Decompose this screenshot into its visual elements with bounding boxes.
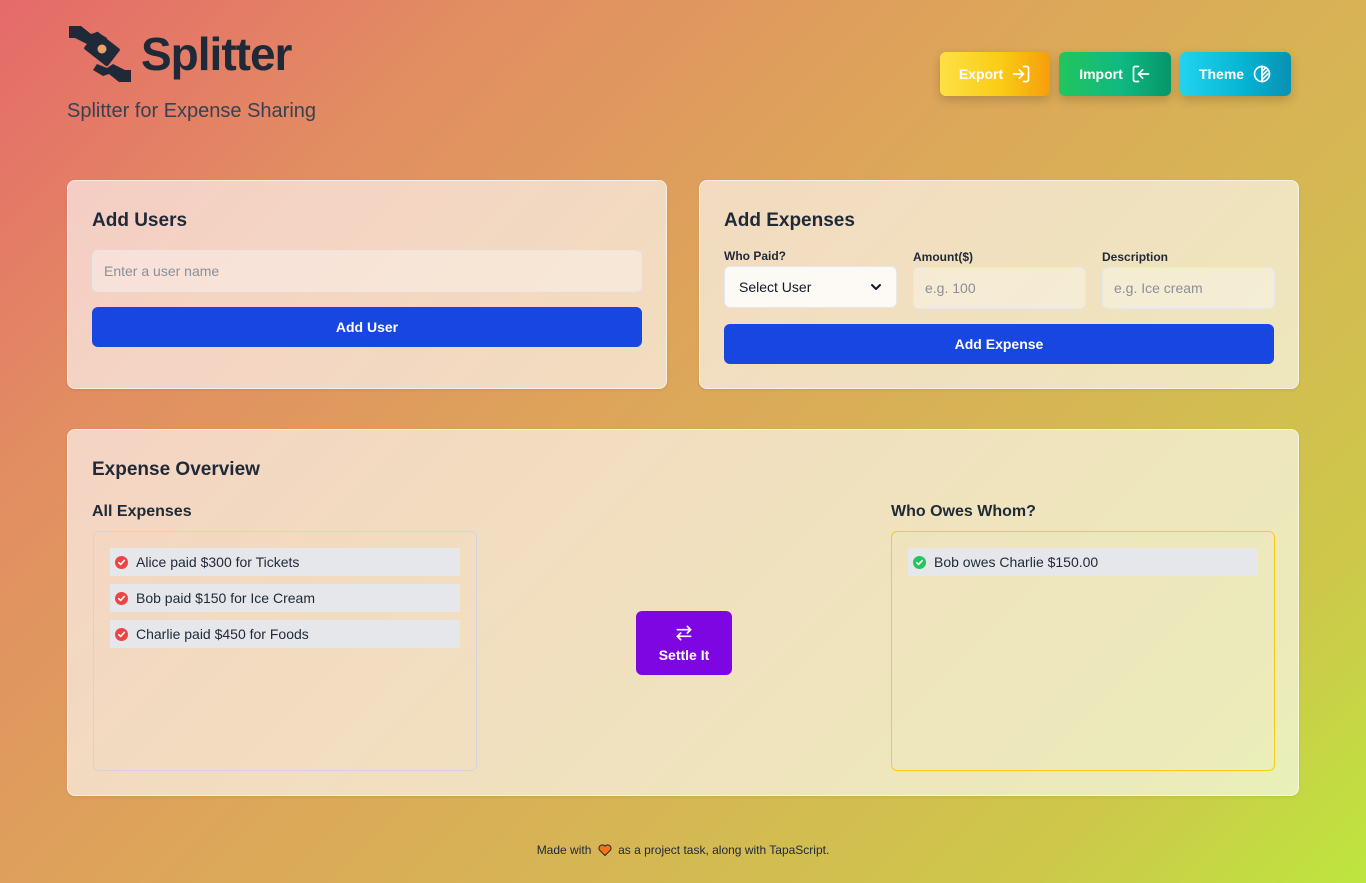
check-circle-icon — [913, 555, 926, 569]
add-expenses-card: Add Expenses Who Paid? Select User Amoun… — [699, 180, 1299, 389]
money-hands-logo-icon — [69, 26, 131, 82]
import-label: Import — [1079, 66, 1123, 82]
export-label: Export — [958, 66, 1004, 82]
theme-label: Theme — [1198, 66, 1245, 82]
who-owes-heading: Who Owes Whom? — [891, 503, 1036, 520]
expense-text: Alice paid $300 for Tickets — [136, 554, 300, 570]
all-expenses-list: Alice paid $300 for Tickets Bob paid $15… — [93, 531, 477, 771]
add-user-button[interactable]: Add User — [92, 307, 642, 347]
check-circle-icon — [115, 627, 128, 641]
export-icon — [1012, 65, 1030, 83]
debt-item: Bob owes Charlie $150.00 — [908, 548, 1258, 576]
description-label: Description — [1102, 250, 1169, 264]
expense-item: Charlie paid $450 for Foods — [110, 620, 460, 648]
export-button[interactable]: Export — [940, 52, 1050, 96]
footer-text-after: as a project task, along with TapaScript… — [618, 843, 830, 857]
footer: Made with as a project task, along with … — [0, 843, 1366, 857]
amount-input[interactable] — [913, 267, 1086, 309]
expense-text: Charlie paid $450 for Foods — [136, 626, 309, 642]
chevron-down-icon — [871, 284, 881, 290]
add-expense-button[interactable]: Add Expense — [724, 324, 1274, 364]
header-actions: Export Import Theme — [940, 52, 1291, 96]
who-paid-label: Who Paid? — [724, 249, 786, 263]
settle-it-button[interactable]: Settle It — [636, 611, 732, 675]
settle-it-label: Settle It — [658, 647, 710, 663]
who-owes-list: Bob owes Charlie $150.00 — [891, 531, 1275, 771]
swap-arrows-icon — [676, 625, 692, 641]
add-expenses-heading: Add Expenses — [724, 210, 855, 231]
expense-item: Bob paid $150 for Ice Cream — [110, 584, 460, 612]
import-button[interactable]: Import — [1059, 52, 1171, 96]
expense-overview-card: Expense Overview All Expenses Alice paid… — [67, 429, 1299, 796]
app-header: Splitter Splitter for Expense Sharing Ex… — [67, 22, 1299, 132]
all-expenses-heading: All Expenses — [92, 503, 192, 520]
expense-item: Alice paid $300 for Tickets — [110, 548, 460, 576]
app-title: Splitter — [141, 28, 292, 80]
check-circle-icon — [115, 591, 128, 605]
debt-text: Bob owes Charlie $150.00 — [934, 554, 1099, 570]
expense-overview-heading: Expense Overview — [92, 459, 260, 480]
who-paid-selected: Select User — [739, 279, 812, 295]
theme-button[interactable]: Theme — [1180, 52, 1291, 96]
user-name-input[interactable] — [92, 250, 642, 292]
heart-icon — [598, 844, 612, 856]
add-users-heading: Add Users — [92, 210, 188, 231]
amount-label: Amount($) — [913, 250, 973, 264]
app-subtitle: Splitter for Expense Sharing — [67, 100, 317, 122]
who-paid-select[interactable]: Select User — [724, 266, 897, 308]
expense-text: Bob paid $150 for Ice Cream — [136, 590, 315, 606]
add-users-card: Add Users Add User — [67, 180, 667, 389]
footer-text-before: Made with — [536, 843, 592, 857]
check-circle-icon — [115, 555, 128, 569]
description-input[interactable] — [1102, 267, 1275, 309]
import-icon — [1132, 65, 1150, 83]
theme-icon — [1253, 65, 1271, 83]
